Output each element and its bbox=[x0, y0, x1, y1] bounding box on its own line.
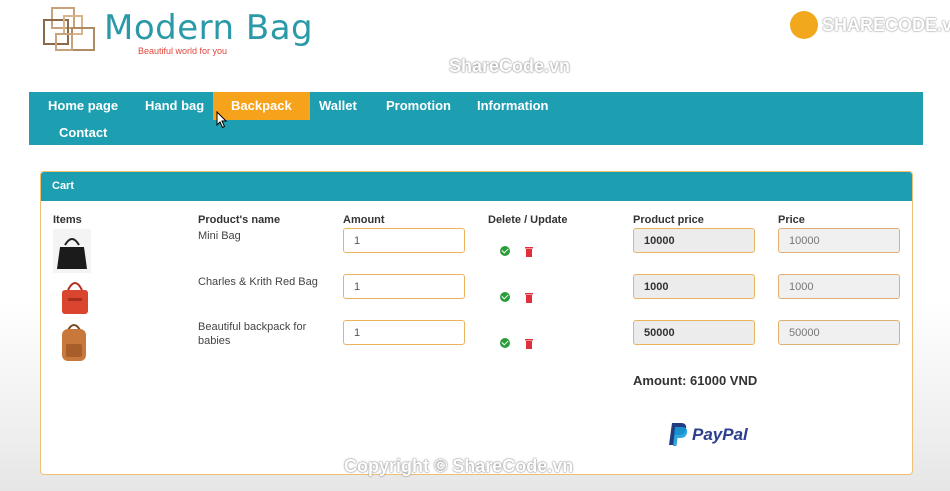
nav-item-home[interactable]: Home page bbox=[38, 92, 128, 119]
nav-item-contact[interactable]: Contact bbox=[49, 119, 117, 146]
product-name: Beautiful backpack for babies bbox=[198, 321, 307, 347]
column-header-amount: Amount bbox=[343, 214, 385, 226]
column-header-actions: Delete / Update bbox=[488, 214, 568, 226]
logo-slogan: Beautiful world for you bbox=[138, 46, 228, 56]
column-header-name: Product's name bbox=[198, 214, 281, 226]
watermark-bottom: Copyright © ShareCode.vn bbox=[344, 456, 574, 476]
product-image-red-bag bbox=[56, 274, 94, 318]
product-image-brown-backpack bbox=[55, 320, 93, 364]
nav-item-handbag[interactable]: Hand bag bbox=[135, 92, 214, 119]
delete-trash-icon[interactable] bbox=[524, 292, 534, 303]
cart-total: Amount: 61000 VND bbox=[633, 373, 758, 388]
product-price-field: 10000 bbox=[633, 228, 755, 253]
price-field: 1000 bbox=[778, 274, 900, 299]
amount-input[interactable]: 1 bbox=[343, 228, 465, 253]
price-field: 50000 bbox=[778, 320, 900, 345]
column-header-price: Price bbox=[778, 214, 805, 226]
nav-item-promotion[interactable]: Promotion bbox=[376, 92, 461, 119]
mouse-cursor-icon bbox=[216, 111, 228, 129]
update-check-icon[interactable] bbox=[500, 246, 510, 256]
price-field: 10000 bbox=[778, 228, 900, 253]
product-name: Charles & Krith Red Bag bbox=[198, 276, 318, 288]
delete-trash-icon[interactable] bbox=[524, 246, 534, 257]
amount-input[interactable]: 1 bbox=[343, 274, 465, 299]
logo-title: Modern Bag bbox=[104, 8, 314, 48]
column-header-items: Items bbox=[53, 214, 82, 226]
watermark-brand-text: SHARECODE.vn bbox=[822, 15, 950, 35]
watermark-top: ShareCode.vn bbox=[449, 56, 571, 76]
site-logo[interactable]: Modern Bag Beautiful world for you bbox=[42, 6, 313, 58]
paypal-button[interactable]: PayPal bbox=[668, 421, 752, 447]
logo-squares-icon bbox=[43, 7, 95, 51]
nav-item-information[interactable]: Information bbox=[467, 92, 559, 119]
update-check-icon[interactable] bbox=[500, 292, 510, 302]
delete-trash-icon[interactable] bbox=[524, 338, 534, 349]
product-image-black-handbag bbox=[53, 229, 91, 273]
update-check-icon[interactable] bbox=[500, 338, 510, 348]
paypal-label: PayPal bbox=[692, 425, 748, 444]
column-header-product-price: Product price bbox=[633, 214, 704, 226]
nav-item-wallet[interactable]: Wallet bbox=[309, 92, 367, 119]
product-price-field: 1000 bbox=[633, 274, 755, 299]
product-name: Mini Bag bbox=[198, 230, 241, 242]
cart-header: Cart bbox=[41, 172, 912, 201]
watermark-brand: SHARECODE.vn bbox=[790, 10, 950, 40]
sharecode-logo-icon bbox=[790, 11, 818, 39]
product-price-field: 50000 bbox=[633, 320, 755, 345]
cart-title: Cart bbox=[52, 180, 75, 192]
main-nav: Home page Hand bag Backpack Wallet Promo… bbox=[29, 92, 923, 145]
amount-input[interactable]: 1 bbox=[343, 320, 465, 345]
paypal-logo-icon bbox=[669, 423, 688, 446]
